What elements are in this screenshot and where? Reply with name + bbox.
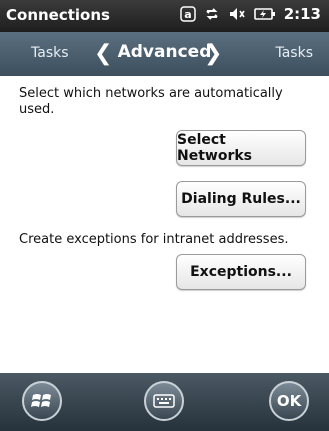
keyboard-button[interactable] xyxy=(144,381,184,421)
dialing-rules-button[interactable]: Dialing Rules... xyxy=(176,181,306,217)
chevron-right-icon[interactable]: ❯ xyxy=(204,42,222,66)
data-transfer-icon xyxy=(204,6,220,22)
clock-time[interactable]: 2:13 xyxy=(284,5,321,23)
windows-start-button[interactable] xyxy=(22,381,62,421)
status-icons: a 2:13 xyxy=(179,5,321,23)
svg-text:a: a xyxy=(184,8,191,21)
ok-button[interactable]: OK xyxy=(269,381,309,421)
advanced-settings-panel: Select which networks are automatically … xyxy=(0,76,329,373)
bottom-bar: OK xyxy=(0,373,329,431)
select-networks-button[interactable]: Select Networks xyxy=(176,130,306,166)
networks-description: Select which networks are automatically … xyxy=(19,86,283,117)
app-title: Connections xyxy=(6,6,110,24)
tab-navigation-bar: Tasks ❮ Advanced ❯ Tasks xyxy=(0,32,329,76)
windows-logo-icon xyxy=(31,394,51,407)
a-keyboard-mode-icon: a xyxy=(179,6,196,22)
volume-muted-icon[interactable] xyxy=(228,6,246,22)
exceptions-description: Create exceptions for intranet addresses… xyxy=(19,232,289,247)
device-screen: Connections a 2:13 Tasks ❮ Advanced ❯ Ta… xyxy=(0,0,329,431)
ok-label: OK xyxy=(276,392,302,410)
exceptions-button[interactable]: Exceptions... xyxy=(176,254,306,290)
status-bar: Connections a 2:13 xyxy=(0,0,329,32)
battery-charging-icon[interactable] xyxy=(253,6,276,22)
tab-next[interactable]: Tasks xyxy=(275,45,313,61)
keyboard-icon xyxy=(153,394,175,408)
